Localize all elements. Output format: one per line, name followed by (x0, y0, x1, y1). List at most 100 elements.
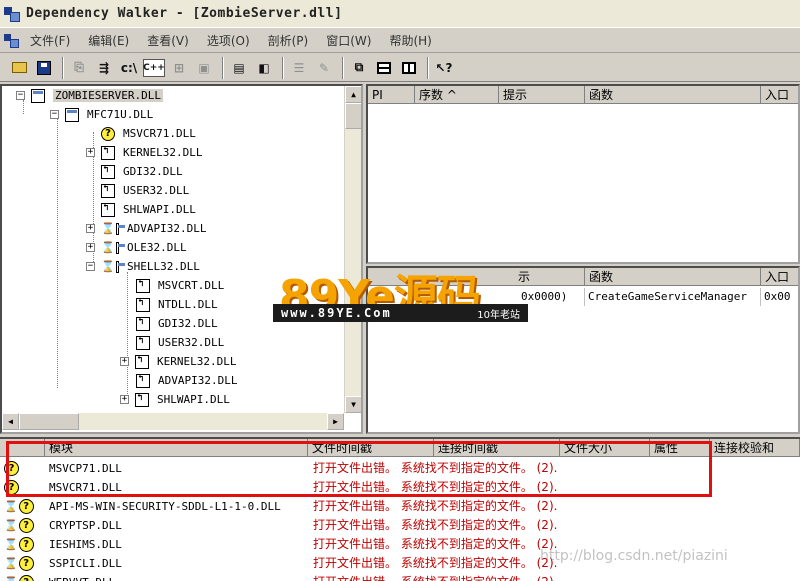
save-icon (37, 60, 51, 75)
tree-item[interactable]: + ⌛ OLE32.DLL (86, 238, 187, 257)
system-module-icon (101, 164, 115, 179)
export-hint-cell[interactable]: 0x0000) (518, 288, 585, 306)
collapse-toggle[interactable]: − (16, 91, 25, 100)
configure-paths-button[interactable]: ⇶ (93, 57, 115, 79)
scroll-thumb[interactable] (19, 413, 79, 430)
tree-item[interactable]: SHLWAPI.DLL (101, 200, 196, 219)
tree-item-label: NTDLL.DLL (158, 298, 218, 311)
hourglass-icon: ⌛ (4, 519, 18, 532)
collapse-button[interactable]: ✎ (313, 57, 335, 79)
expand-toggle[interactable]: + (120, 357, 129, 366)
scroll-up-arrow-icon[interactable]: ▲ (345, 86, 361, 103)
properties-icon: ▣ (198, 60, 210, 75)
tree-item-label: USER32.DLL (123, 184, 190, 197)
collapse-toggle[interactable]: − (50, 110, 59, 119)
cascade-button[interactable]: ⧉ (348, 57, 370, 79)
toolbar-separator (282, 56, 284, 79)
open-button[interactable] (8, 57, 30, 79)
scroll-thumb[interactable] (345, 103, 361, 129)
scroll-left-arrow-icon[interactable]: ◀ (2, 413, 19, 430)
column-header-hint[interactable]: 提示 (499, 86, 585, 104)
column-header-function[interactable]: 函数 (585, 268, 761, 286)
module-tree[interactable]: − ZOMBIESERVER.DLL − MFC71U.DLL ? MSVCR7… (0, 84, 363, 434)
export-entry-cell[interactable]: 0x00 (761, 288, 798, 306)
expand-toggle[interactable]: + (86, 243, 95, 252)
tree-item[interactable]: − ⌛ SHELL32.DLL (86, 257, 200, 276)
menu-options[interactable]: 选项(O) (207, 32, 250, 49)
tree-item-label: KERNEL32.DLL (157, 355, 237, 368)
tree-item[interactable]: + KERNEL32.DLL (86, 143, 202, 162)
menu-file[interactable]: 文件(F) (30, 32, 70, 49)
export-function-cell[interactable]: CreateGameServiceManager (585, 288, 761, 306)
column-header-file-size[interactable]: 文件大小 (560, 439, 650, 457)
status-cell: ⌛? (4, 574, 44, 581)
view-module-button[interactable]: ◧ (253, 57, 275, 79)
document-icon[interactable] (4, 33, 22, 48)
column-header-link-checksum[interactable]: 连接校验和 (710, 439, 800, 457)
tree-item[interactable]: ? MSVCR71.DLL (101, 124, 196, 143)
status-cell: ⌛? (4, 536, 44, 553)
tree-item[interactable]: GDI32.DLL (101, 162, 183, 181)
column-header-link-timestamp[interactable]: 连接时间戳 (434, 439, 560, 457)
properties-button[interactable]: ▣ (193, 57, 215, 79)
missing-module-icon: ? (18, 556, 34, 571)
full-paths-button[interactable]: c:\ (118, 57, 140, 79)
collapse-toggle[interactable]: − (86, 262, 95, 271)
column-header-module[interactable]: 模块 (45, 439, 308, 457)
expand-toggle[interactable]: + (86, 224, 95, 233)
tree-item[interactable]: − MFC71U.DLL (50, 105, 153, 124)
column-header-ordinal[interactable]: 序数 ^ (415, 86, 499, 104)
expand-toggle[interactable]: + (86, 148, 95, 157)
module-row[interactable]: ? MSVCP71.DLL 打开文件出错。 系统找不到指定的文件。 (2). (0, 459, 800, 478)
undecorate-cpp-button[interactable]: C++ (143, 58, 165, 77)
tree-item[interactable]: NTDLL.DLL (136, 295, 218, 314)
tree-item[interactable]: USER32.DLL (101, 181, 189, 200)
save-button[interactable] (33, 57, 55, 79)
copy-button[interactable]: ⎘ (68, 57, 90, 79)
column-header-entry[interactable]: 入口 (761, 86, 798, 104)
import-function-list[interactable]: PI 序数 ^ 提示 函数 入口 (366, 84, 800, 264)
tree-item-label: SHELL32.DLL (127, 260, 200, 273)
tile-horizontal-button[interactable] (373, 57, 395, 79)
module-row[interactable]: ⌛? API-MS-WIN-SECURITY-SDDL-L1-1-0.DLL 打… (0, 497, 800, 516)
error-message: 打开文件出错。 系统找不到指定的文件。 (2). (313, 518, 558, 532)
context-help-button[interactable]: ↖? (433, 57, 455, 79)
system-info-button[interactable]: ▤ (228, 57, 250, 79)
column-header-pi[interactable]: PI (368, 86, 415, 104)
tree-item[interactable]: + SHLWAPI.DLL (120, 390, 230, 409)
column-header-entry[interactable]: 入口 (761, 268, 798, 286)
menu-window[interactable]: 窗口(W) (326, 32, 371, 49)
toolbar-separator (427, 56, 429, 79)
tree-item[interactable]: − ZOMBIESERVER.DLL (16, 86, 163, 105)
tree-item[interactable]: ADVAPI32.DLL (136, 371, 237, 390)
column-header-function[interactable]: 函数 (585, 86, 761, 104)
toolbar: ⎘ ⇶ c:\ C++ ⊞ ▣ ▤ ◧ ☰ ✎ ⧉ ↖? (0, 54, 800, 82)
scroll-track[interactable] (79, 413, 327, 430)
scroll-down-arrow-icon[interactable]: ▼ (345, 396, 361, 413)
tree-item[interactable]: + KERNEL32.DLL (120, 352, 236, 371)
cascade-icon: ⧉ (354, 60, 364, 74)
tree-vertical-scrollbar[interactable]: ▲ ▼ (344, 86, 361, 413)
tile-vertical-button[interactable] (398, 57, 420, 79)
column-header-status[interactable] (0, 439, 45, 457)
expand-button[interactable]: ☰ (288, 57, 310, 79)
column-header-attributes[interactable]: 属性 (650, 439, 710, 457)
tree-horizontal-scrollbar[interactable]: ◀ ▶ (2, 413, 344, 430)
menu-edit[interactable]: 编辑(E) (88, 32, 129, 49)
column-header-file-timestamp[interactable]: 文件时间戳 (308, 439, 434, 457)
tree-item[interactable]: MSVCRT.DLL (136, 276, 224, 295)
find-button[interactable]: ⊞ (168, 57, 190, 79)
module-row[interactable]: ⌛? CRYPTSP.DLL 打开文件出错。 系统找不到指定的文件。 (2). (0, 516, 800, 535)
tree-item[interactable]: + ⌛ ADVAPI32.DLL (86, 219, 206, 238)
tree-item[interactable]: GDI32.DLL (136, 314, 218, 333)
module-row[interactable]: ? MSVCR71.DLL 打开文件出错。 系统找不到指定的文件。 (2). (0, 478, 800, 497)
system-module-icon (136, 335, 150, 350)
menu-profile[interactable]: 剖析(P) (268, 32, 309, 49)
scroll-right-arrow-icon[interactable]: ▶ (327, 413, 344, 430)
expand-toggle[interactable]: + (120, 395, 129, 404)
menu-help[interactable]: 帮助(H) (389, 32, 431, 49)
module-row[interactable]: ⌛? WERVVT.DLL 打开文件出错。 系统找不到指定的文件。 (2). (0, 573, 800, 581)
tree-item[interactable]: USER32.DLL (136, 333, 224, 352)
tree-item-label: GDI32.DLL (158, 317, 218, 330)
menu-view[interactable]: 查看(V) (147, 32, 189, 49)
